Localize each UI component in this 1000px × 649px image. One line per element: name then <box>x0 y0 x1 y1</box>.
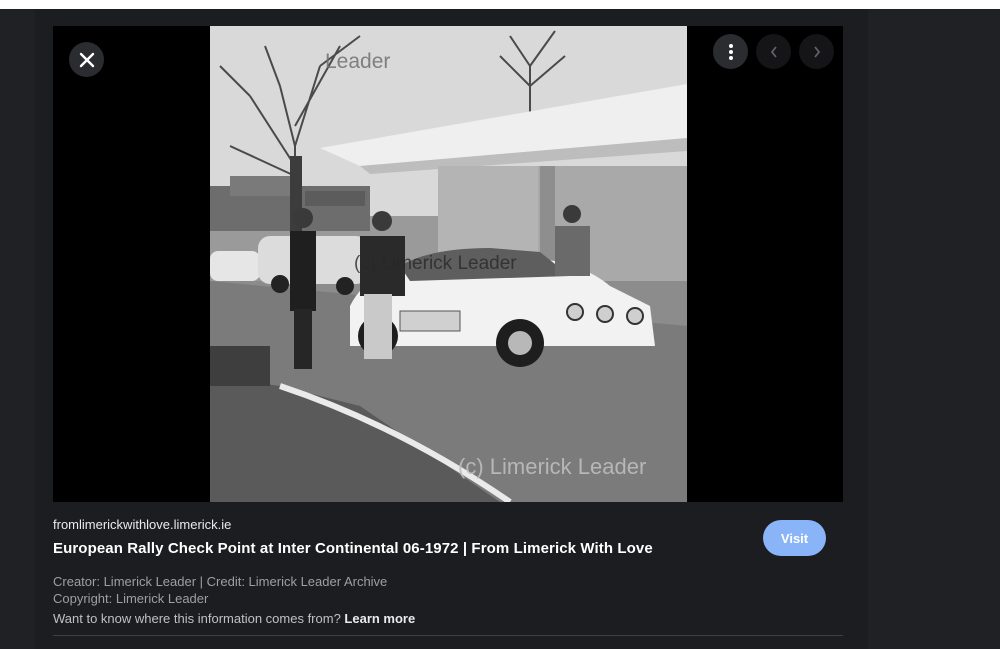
watermark-middle: (c) Limerick Leader <box>354 253 517 274</box>
more-vert-icon <box>728 43 733 60</box>
image-viewer: Leader (c) Limerick Leader (c) Limerick … <box>53 26 843 502</box>
watermark-top: Leader <box>325 50 391 73</box>
watermark-bottom: (c) Limerick Leader <box>458 454 647 479</box>
creator-credit: Creator: Limerick Leader | Credit: Limer… <box>53 574 388 589</box>
divider <box>53 635 843 636</box>
chevron-right-icon <box>813 45 820 58</box>
close-icon <box>79 52 94 67</box>
result-title[interactable]: European Rally Check Point at Inter Cont… <box>53 540 653 557</box>
next-image-button[interactable] <box>799 34 834 69</box>
info-question: Want to know where this information come… <box>53 611 341 626</box>
copyright-text: Copyright: Limerick Leader <box>53 591 209 606</box>
previous-image-button[interactable] <box>756 34 791 69</box>
learn-more-link[interactable]: Learn more <box>344 611 415 626</box>
chevron-left-icon <box>770 45 777 58</box>
visit-button[interactable]: Visit <box>763 520 826 556</box>
close-button[interactable] <box>69 42 104 77</box>
source-domain[interactable]: fromlimerickwithlove.limerick.ie <box>53 517 231 532</box>
preview-image[interactable]: Leader (c) Limerick Leader (c) Limerick … <box>210 26 687 502</box>
more-options-button[interactable] <box>713 34 748 69</box>
info-source-line: Want to know where this information come… <box>53 611 415 626</box>
top-strip <box>0 0 1000 9</box>
right-gutter <box>868 9 1000 649</box>
